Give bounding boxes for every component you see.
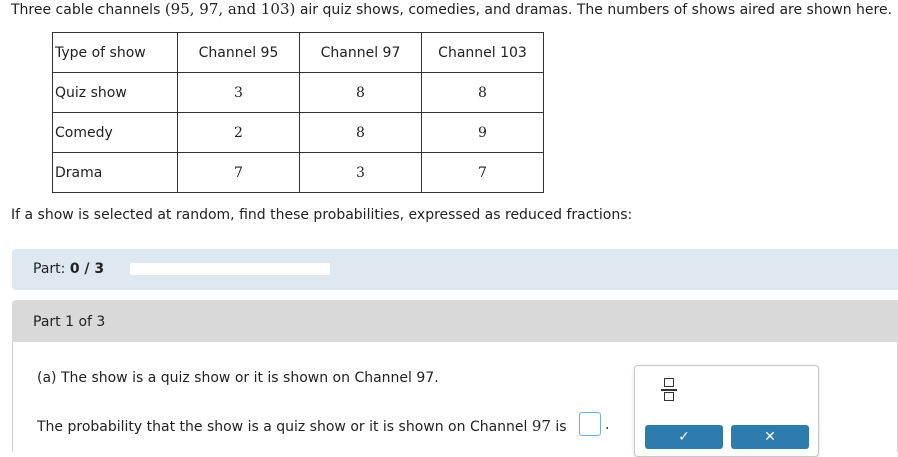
- intro-channels: (95, 97, and 103): [164, 0, 296, 18]
- header-cell: Channel 97: [299, 32, 422, 73]
- fraction-bar: [661, 389, 677, 391]
- answer-line: The probability that the show is a quiz …: [37, 417, 567, 435]
- answer-channel: 97: [531, 417, 551, 435]
- part-header: Part 1 of 3: [12, 300, 898, 342]
- table-cell: 2: [177, 112, 300, 153]
- table-cell: 3: [299, 152, 422, 193]
- answer-suffix: is: [550, 419, 567, 435]
- row-label: Comedy: [52, 112, 178, 153]
- shows-table: Type of show Channel 95 Channel 97 Chann…: [52, 32, 544, 193]
- table-cell: 9: [421, 112, 544, 153]
- header-cell: Channel 95: [177, 32, 300, 73]
- check-button[interactable]: ✓: [645, 425, 723, 449]
- fraction-numerator-box: [664, 378, 674, 387]
- part-score: 0 / 3: [69, 261, 105, 277]
- x-icon: ✕: [764, 429, 776, 445]
- fraction-denominator-box: [664, 392, 674, 401]
- answer-period: .: [605, 417, 610, 433]
- header-cell: Channel 103: [421, 32, 544, 73]
- answer-prefix: The probability that the show is a quiz …: [37, 419, 532, 435]
- part-label: Part:: [33, 261, 66, 277]
- fraction-icon[interactable]: [657, 374, 683, 406]
- table-row: Comedy 2 8 9: [52, 112, 544, 153]
- table-cell: 8: [299, 112, 422, 153]
- table-header-row: Type of show Channel 95 Channel 97 Chann…: [52, 32, 544, 73]
- table-row: Drama 7 3 7: [52, 152, 544, 193]
- table-row: Quiz show 3 8 8: [52, 72, 544, 113]
- row-label: Drama: [52, 152, 178, 193]
- part-header-title: Part 1 of 3: [33, 314, 106, 330]
- table-cell: 8: [299, 72, 422, 113]
- check-icon: ✓: [678, 429, 690, 445]
- table-cell: 7: [421, 152, 544, 193]
- table-cell: 7: [177, 152, 300, 193]
- row-label: Quiz show: [52, 72, 178, 113]
- part-status-bar: Part: 0 / 3: [12, 249, 898, 290]
- progress-bar: [130, 263, 330, 275]
- table-cell: 3: [177, 72, 300, 113]
- part-a-prompt: (a) The show is a quiz show or it is sho…: [37, 370, 439, 386]
- question-text: If a show is selected at random, find th…: [11, 207, 633, 223]
- intro-text-before: Three cable channels: [11, 2, 165, 18]
- intro-text-after: air quiz shows, comedies, and dramas. Th…: [295, 2, 893, 18]
- clear-button[interactable]: ✕: [731, 425, 809, 449]
- header-cell: Type of show: [52, 32, 178, 73]
- table-cell: 8: [421, 72, 544, 113]
- answer-input[interactable]: [579, 412, 601, 436]
- part-status-label: Part: 0 / 3: [33, 261, 104, 277]
- problem-intro: Three cable channels (95, 97, and 103) a…: [11, 0, 892, 18]
